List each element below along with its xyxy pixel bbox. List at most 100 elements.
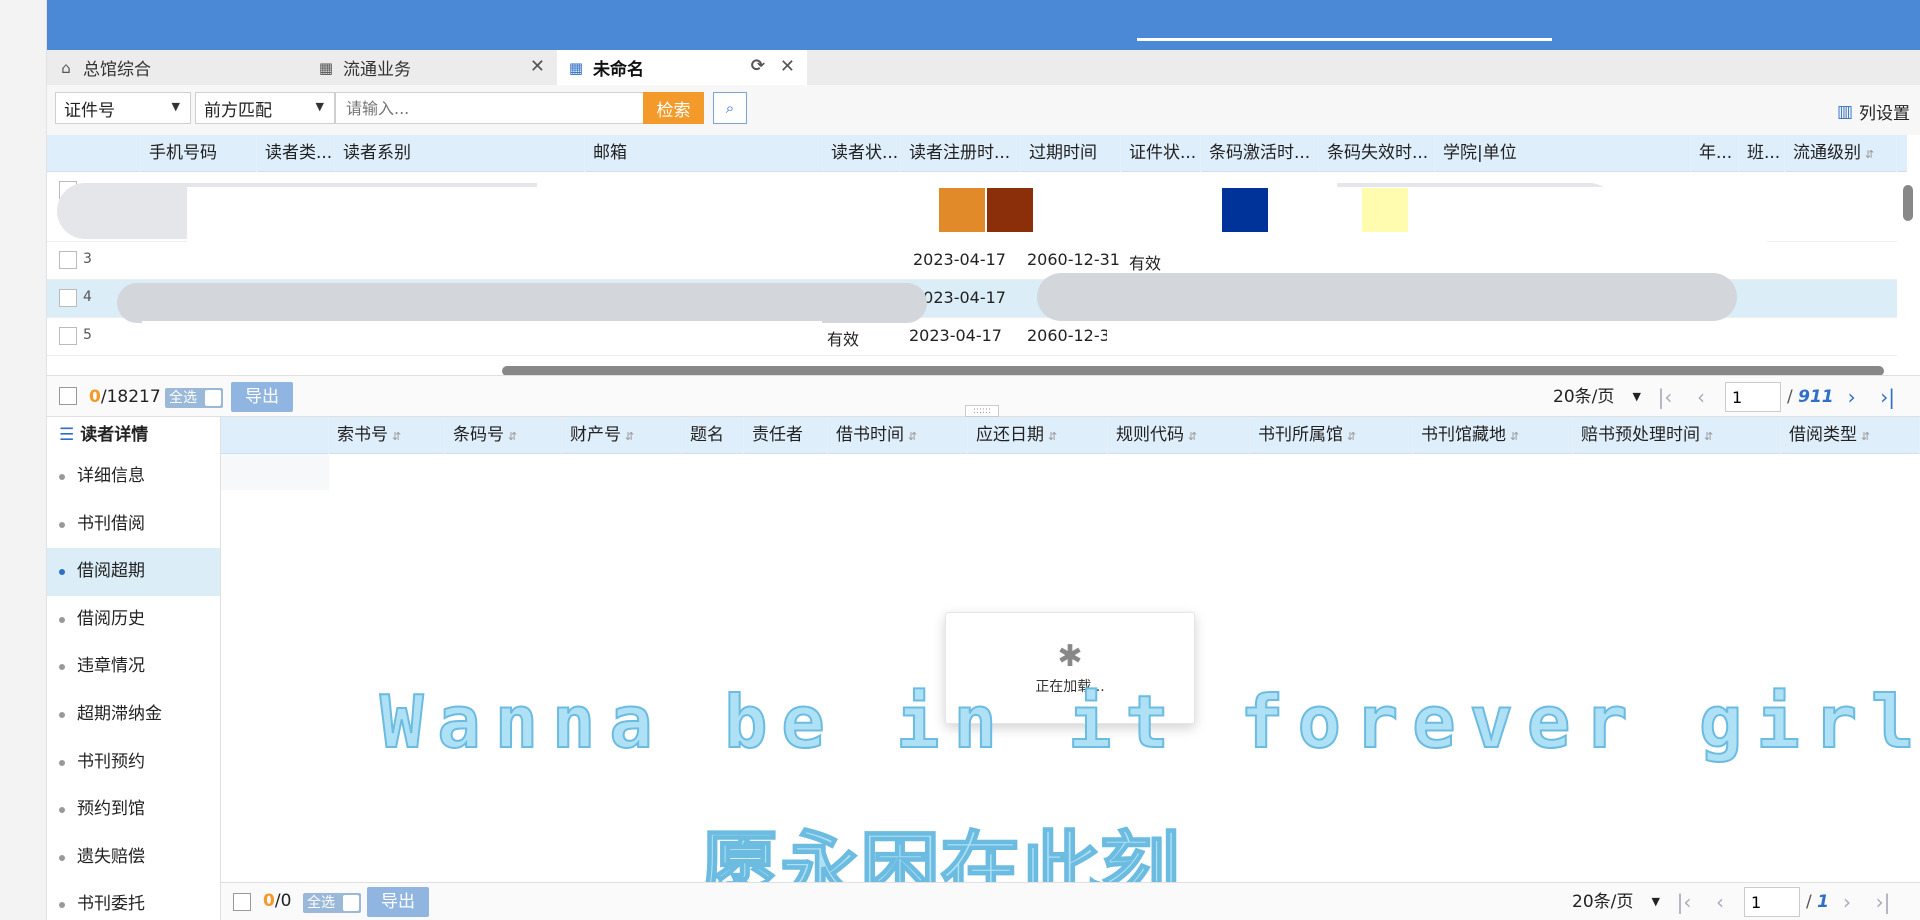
page-size-select[interactable]: 20条/页 ▼ xyxy=(1547,382,1647,412)
sidebar-item-violations[interactable]: 违章情况 xyxy=(47,643,220,691)
page-input[interactable] xyxy=(1744,887,1800,917)
sort-icon[interactable]: ⇵ xyxy=(1347,430,1356,443)
sidebar-item-details[interactable]: 详细信息 xyxy=(47,453,220,501)
column-header[interactable]: 财产号 ⇵ xyxy=(562,417,682,454)
column-header[interactable]: 过期时间 xyxy=(1021,135,1121,172)
column-header[interactable]: 读者状... xyxy=(823,135,901,172)
column-header[interactable]: 条码号 ⇵ xyxy=(445,417,562,454)
match-select[interactable]: 前方匹配 ▼ xyxy=(195,92,335,124)
column-header[interactable]: 邮箱 xyxy=(585,135,823,172)
redaction xyxy=(1037,273,1737,321)
sort-icon[interactable]: ⇵ xyxy=(508,430,517,443)
row-checkbox[interactable] xyxy=(59,289,77,307)
sort-icon[interactable]: ⇵ xyxy=(1048,430,1057,443)
page-input[interactable] xyxy=(1725,382,1781,412)
column-header[interactable]: 责任者 xyxy=(744,417,828,454)
home-icon: ⌂ xyxy=(61,58,71,77)
column-header[interactable]: 手机号码 xyxy=(141,135,257,172)
first-page-icon[interactable]: |‹ xyxy=(1647,382,1683,412)
page-size-select[interactable]: 20条/页 ▼ xyxy=(1566,887,1666,917)
column-header[interactable]: 题名 xyxy=(682,417,744,454)
sidebar-title-label: 读者详情 xyxy=(80,425,149,445)
sidebar-item-arrival[interactable]: 预约到馆 xyxy=(47,786,220,834)
last-page-icon[interactable]: ›| xyxy=(1865,887,1901,917)
sort-icon[interactable]: ⇵ xyxy=(1188,430,1197,443)
export-button[interactable]: 导出 xyxy=(367,887,429,917)
column-header[interactable]: 证件状... xyxy=(1121,135,1201,172)
column-settings-button[interactable]: ▥ 列设置 xyxy=(1837,99,1910,125)
sort-icon[interactable]: ⇵ xyxy=(1704,430,1713,443)
column-header[interactable]: 书刊馆藏地 ⇵ xyxy=(1413,417,1573,454)
reader-grid-header: 手机号码 读者类... 读者系别 邮箱 读者状... 读者注册时... 过期时间… xyxy=(47,135,1907,172)
toggle-knob xyxy=(205,390,221,406)
tab-general[interactable]: ⌂ 总馆综合 xyxy=(47,50,307,85)
select-all-toggle[interactable]: 全选 xyxy=(303,893,361,913)
search-button[interactable]: 检索 xyxy=(643,92,704,124)
column-header[interactable]: 赔书预处理时间 ⇵ xyxy=(1573,417,1781,454)
column-header[interactable]: 班... xyxy=(1739,135,1785,172)
row-checkbox[interactable] xyxy=(59,251,77,269)
sidebar-item-late-fees[interactable]: 超期滞纳金 xyxy=(47,691,220,739)
column-header[interactable]: 读者系别 xyxy=(335,135,585,172)
sort-icon[interactable]: ⇵ xyxy=(1861,430,1870,443)
row-checkbox[interactable] xyxy=(59,327,77,345)
column-header[interactable]: 借书时间 ⇵ xyxy=(828,417,968,454)
column-header[interactable]: 条码失效时... xyxy=(1319,135,1435,172)
building-icon: ▦ xyxy=(568,58,584,77)
match-select-value: 前方匹配 xyxy=(204,100,272,121)
sort-icon[interactable]: ⇵ xyxy=(625,430,634,443)
tab-untitled[interactable]: ▦ 未命名 ⟳ ✕ xyxy=(557,50,807,85)
first-page-icon[interactable]: |‹ xyxy=(1666,887,1702,917)
overdue-grid-header: 索书号 ⇵ 条码号 ⇵ 财产号 ⇵ 题名 责任者 借书时间 ⇵ 应还日期 ⇵ 规则代码 ⇵ … xyxy=(221,417,1920,454)
toggle-knob xyxy=(343,895,359,911)
column-header[interactable]: 规则代码 ⇵ xyxy=(1108,417,1250,454)
column-header-label: 条码号 xyxy=(453,425,504,445)
horizontal-scrollbar[interactable] xyxy=(52,363,1897,376)
select-all-label: 全选 xyxy=(307,895,335,911)
column-header[interactable]: 条码激活时... xyxy=(1201,135,1319,172)
select-all-checkbox[interactable] xyxy=(233,893,251,911)
total-count: /18217 xyxy=(100,387,161,407)
last-page-icon[interactable]: ›| xyxy=(1870,382,1906,412)
color-swatch xyxy=(987,188,1033,232)
sidebar-item-reservation[interactable]: 书刊预约 xyxy=(47,739,220,787)
column-header[interactable]: 学院|单位 xyxy=(1435,135,1691,172)
sidebar-item-loss[interactable]: 遗失赔偿 xyxy=(47,834,220,882)
column-header[interactable]: 借阅类型 ⇵ xyxy=(1781,417,1920,454)
selected-count: 0 xyxy=(263,891,275,911)
splitter-handle[interactable]: :::::: xyxy=(965,405,999,417)
next-page-icon[interactable]: › xyxy=(1834,382,1870,412)
prev-page-icon[interactable]: ‹ xyxy=(1702,887,1738,917)
export-button[interactable]: 导出 xyxy=(231,382,293,412)
pagination: 20条/页 ▼ |‹ ‹ / 911 › ›| xyxy=(1547,382,1906,412)
sort-icon[interactable]: ⇵ xyxy=(1865,148,1874,161)
column-header[interactable]: 流通级别 ⇵ xyxy=(1785,135,1897,172)
sidebar-item-history[interactable]: 借阅历史 xyxy=(47,596,220,644)
column-header[interactable]: 书刊所属馆 ⇵ xyxy=(1250,417,1413,454)
close-icon[interactable]: ✕ xyxy=(780,56,795,77)
left-strip xyxy=(0,0,94,920)
select-all-toggle[interactable]: 全选 xyxy=(165,388,223,408)
close-icon[interactable]: ✕ xyxy=(530,56,545,77)
column-header[interactable]: 索书号 ⇵ xyxy=(329,417,445,454)
tab-circulation[interactable]: ▦ 流通业务 ✕ xyxy=(307,50,557,85)
sort-icon[interactable]: ⇵ xyxy=(392,430,401,443)
sidebar-item-overdue[interactable]: 借阅超期 xyxy=(47,548,220,596)
vertical-scrollbar[interactable] xyxy=(1902,175,1914,355)
advanced-search-icon[interactable]: ⌕ xyxy=(713,92,747,124)
sidebar-item-entrust[interactable]: 书刊委托 xyxy=(47,881,220,920)
column-header[interactable]: 年... xyxy=(1691,135,1739,172)
prev-page-icon[interactable]: ‹ xyxy=(1683,382,1719,412)
field-select[interactable]: 证件号 ▼ xyxy=(55,92,191,124)
sort-icon[interactable]: ⇵ xyxy=(1510,430,1519,443)
column-header[interactable]: 读者类... xyxy=(257,135,335,172)
sidebar-item-borrowing[interactable]: 书刊借阅 xyxy=(47,501,220,549)
refresh-icon[interactable]: ⟳ xyxy=(751,56,765,76)
sort-icon[interactable]: ⇵ xyxy=(908,430,917,443)
column-header[interactable]: 读者注册时... xyxy=(901,135,1021,172)
search-input[interactable] xyxy=(335,92,692,124)
select-all-checkbox[interactable] xyxy=(59,387,77,405)
scrollbar-thumb[interactable] xyxy=(1903,185,1913,221)
column-header[interactable]: 应还日期 ⇵ xyxy=(968,417,1108,454)
next-page-icon[interactable]: › xyxy=(1829,887,1865,917)
